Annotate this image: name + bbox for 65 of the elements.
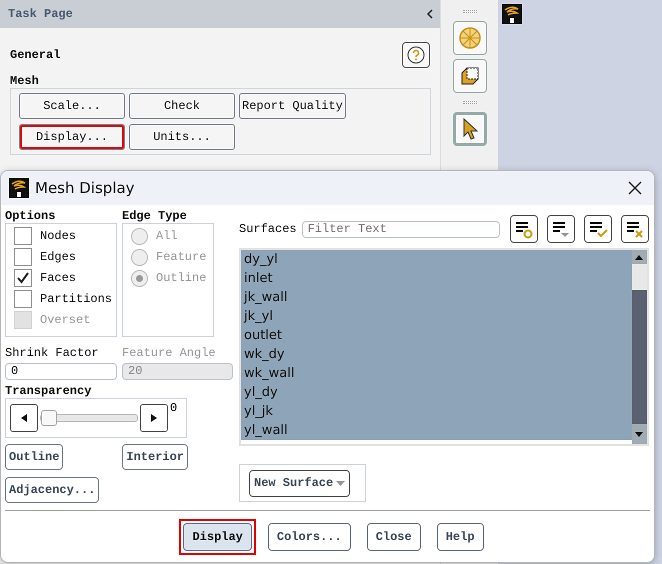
mesh-button[interactable]: Scale... <box>19 93 125 119</box>
mesh-button[interactable]: Units... <box>129 124 235 150</box>
list-item[interactable]: yl_jk <box>241 402 632 421</box>
dialog-title: Mesh Display <box>35 179 136 197</box>
logo-icon <box>9 178 29 198</box>
checkbox[interactable] <box>14 290 32 308</box>
scrollbar-thumb[interactable] <box>632 264 647 290</box>
checkbox[interactable] <box>14 227 32 245</box>
list-item[interactable]: yl_wall <box>241 421 632 440</box>
list-item[interactable]: jk_yl <box>241 307 632 326</box>
help-button[interactable] <box>402 42 430 68</box>
list-item[interactable]: wk_wall <box>241 364 632 383</box>
list-item[interactable]: dy_yl <box>241 250 632 269</box>
list-item[interactable]: yl_dy <box>241 383 632 402</box>
checkbox-label: Nodes <box>40 229 76 243</box>
scrollbar[interactable] <box>632 250 647 444</box>
left-triangle-icon <box>21 414 27 422</box>
group-label: Edge Type <box>122 209 188 223</box>
checkbox[interactable] <box>14 269 32 287</box>
checkbox-label: Edges <box>40 250 76 264</box>
list-item[interactable]: jk_wall <box>241 288 632 307</box>
right-triangle-icon <box>151 414 157 422</box>
checkbox-label: Overset <box>40 313 90 327</box>
interior-button[interactable]: Interior <box>122 444 188 470</box>
slider-thumb[interactable] <box>41 410 57 426</box>
logo-icon <box>502 4 522 24</box>
group-label: Options <box>5 209 56 223</box>
decrease-button[interactable] <box>10 404 38 432</box>
cube-icon[interactable] <box>452 59 486 93</box>
radio-label: Feature <box>156 250 206 264</box>
radio-label: All <box>156 229 178 243</box>
filter-field[interactable]: Filter Text <box>302 220 500 238</box>
scroll-up-icon[interactable] <box>635 254 644 260</box>
panel-title: Task Page <box>8 7 73 21</box>
group-label: Mesh <box>9 73 40 88</box>
checkbox-label: Partitions <box>40 292 112 306</box>
mesh-button[interactable]: Report Quality <box>239 93 346 119</box>
slider-value: 0 <box>170 400 178 414</box>
scroll-down-icon[interactable] <box>635 432 644 436</box>
checkbox[interactable] <box>14 248 32 266</box>
select-all-icon[interactable] <box>584 215 612 243</box>
list-item[interactable]: outlet <box>241 326 632 345</box>
checkbox-label: Faces <box>40 271 76 285</box>
select-filtered-icon[interactable] <box>510 215 538 243</box>
mesh-button[interactable]: Display... <box>19 124 125 150</box>
radio-label: Outline <box>156 271 206 285</box>
section-title: General <box>10 48 60 62</box>
field-label: Surfaces <box>239 222 297 236</box>
field-label: Shrink Factor <box>5 346 99 360</box>
deselect-all-icon[interactable] <box>620 215 649 243</box>
mesh-button[interactable]: Check <box>129 93 235 119</box>
dialog-button[interactable]: Display <box>179 518 256 554</box>
group-label: Transparency <box>5 384 92 398</box>
input-field[interactable]: 0 <box>5 362 117 380</box>
list-item[interactable]: inlet <box>241 269 632 288</box>
field-label: Feature Angle <box>122 346 216 360</box>
outline-button[interactable]: Outline <box>5 444 64 470</box>
list-item[interactable]: wk_dy <box>241 345 632 364</box>
caret-icon <box>336 480 346 486</box>
increase-button[interactable] <box>140 404 168 432</box>
list-menu-icon[interactable] <box>546 215 575 243</box>
pointer-icon[interactable] <box>452 112 486 146</box>
new-surface-dropdown[interactable]: New Surface <box>249 470 350 496</box>
collapse-icon[interactable] <box>426 9 434 19</box>
adjacency-button[interactable]: Adjacency... <box>5 476 100 502</box>
